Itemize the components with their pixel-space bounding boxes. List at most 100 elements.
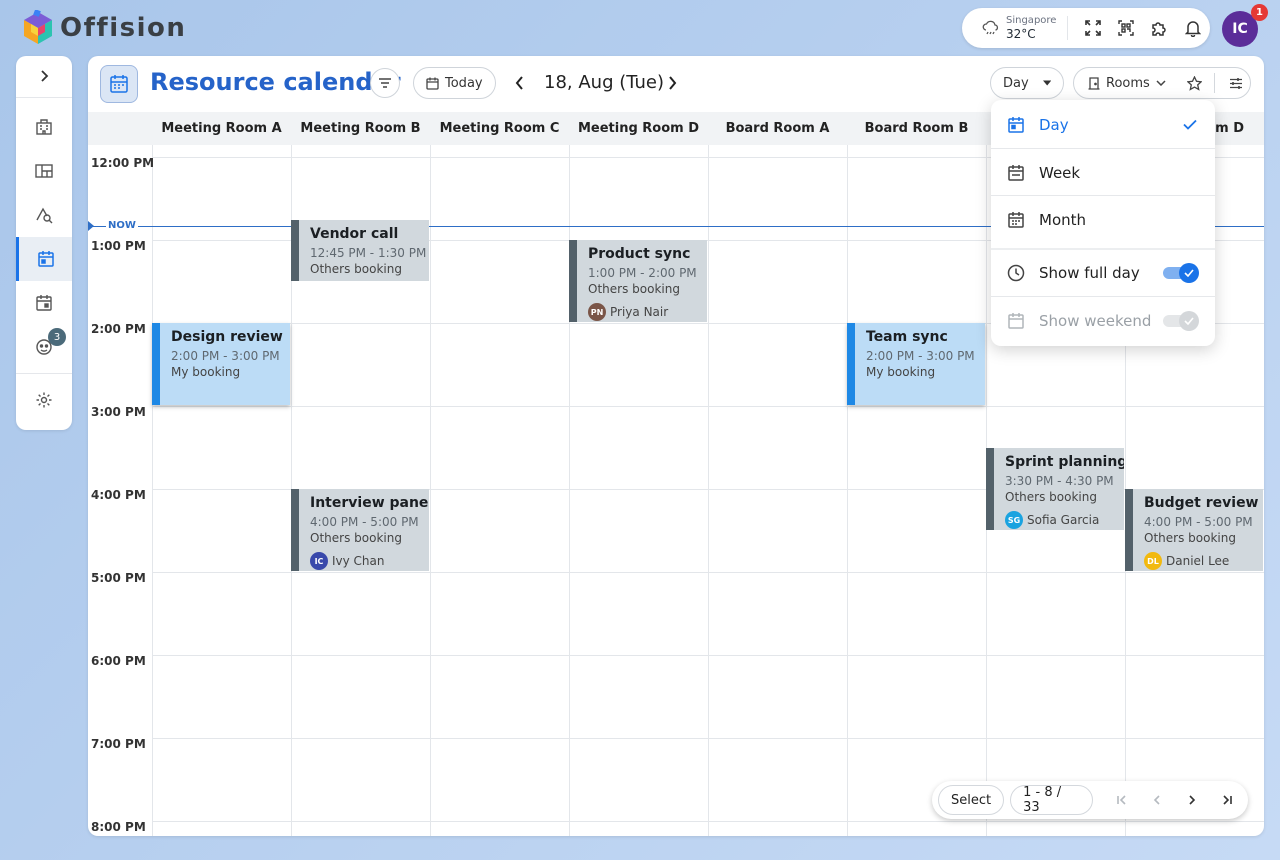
booking-event[interactable]: Sprint planning 3:30 PM - 4:30 PM Others b… (986, 448, 1124, 530)
page-range: 1 - 8 / 33 (1010, 785, 1094, 815)
show-full-day-label: Show full day (1039, 263, 1140, 282)
booking-event[interactable]: Interview panel 4:00 PM - 5:00 PM Others b… (291, 489, 429, 571)
resource-type-select[interactable]: Rooms (1088, 76, 1182, 91)
booking-event[interactable]: Product sync 1:00 PM - 2:00 PM Others book… (569, 240, 707, 322)
menu-item-month[interactable]: Month (991, 196, 1215, 243)
next-date-button[interactable] (660, 71, 684, 95)
next-page-button[interactable] (1178, 785, 1207, 815)
sidebar-item-settings[interactable] (16, 378, 72, 422)
show-full-day-toggle-row[interactable]: Show full day (991, 249, 1215, 296)
time-label: 6:00 PM (91, 654, 146, 668)
sidebar-divider (16, 373, 72, 374)
column-header: Board Room B (864, 121, 969, 136)
previous-date-button[interactable] (508, 71, 532, 95)
booking-event[interactable]: Vendor call 12:45 PM - 1:30 PM Others book… (291, 220, 429, 281)
now-indicator-marker (88, 221, 94, 231)
booking-owner: My booking (866, 365, 936, 379)
logo-cube-icon (24, 10, 52, 44)
sidebar-item-floorplan[interactable] (16, 149, 72, 193)
caret-down-icon (1042, 80, 1051, 86)
booking-owner: My booking (171, 365, 241, 379)
filter-button[interactable] (370, 68, 400, 98)
booking-time: 1:00 PM - 2:00 PM (588, 266, 697, 280)
filter-icon (379, 78, 391, 88)
column-header: Meeting Room C (439, 121, 560, 136)
qr-scan-button[interactable] (1109, 13, 1143, 43)
booking-owner: Others booking (1144, 531, 1236, 545)
sidebar-divider (16, 97, 72, 98)
booking-event[interactable]: Budget review 4:00 PM - 5:00 PM Others boo… (1125, 489, 1263, 571)
grid-column-line (847, 145, 848, 836)
page-title: Resource calendar (150, 68, 401, 96)
menu-item-week[interactable]: Week (991, 149, 1215, 196)
first-page-button[interactable] (1107, 785, 1136, 815)
clock-icon (1007, 264, 1025, 281)
person-name: Ivy Chan (332, 554, 385, 568)
visitors-count-badge: 3 (48, 328, 66, 346)
pagination-bar: Select 1 - 8 / 33 (932, 781, 1248, 819)
check-icon (1183, 119, 1197, 130)
favorite-button[interactable] (1182, 75, 1206, 91)
star-icon (1186, 75, 1202, 91)
app-logo[interactable]: Offision (22, 9, 186, 47)
booking-owner: Others booking (588, 282, 680, 296)
booking-person: DL Daniel Lee (1144, 552, 1255, 570)
first-page-icon (1117, 795, 1126, 805)
sidebar-item-search-resources[interactable] (16, 193, 72, 237)
time-label: 4:00 PM (91, 488, 146, 502)
notifications-button[interactable] (1176, 13, 1210, 43)
column-header: Meeting Room B (300, 121, 421, 136)
toolbar-divider (1214, 73, 1215, 93)
floorplan-icon (35, 164, 53, 178)
show-weekend-toggle-row: Show weekend (991, 297, 1215, 344)
settings-sliders-button[interactable] (1223, 77, 1249, 90)
fullscreen-button[interactable] (1076, 13, 1110, 43)
booking-person: PN Priya Nair (588, 303, 699, 321)
show-weekend-label: Show weekend (1039, 311, 1152, 330)
view-select[interactable]: Day (990, 67, 1064, 99)
booking-event[interactable]: Team sync 2:00 PM - 3:00 PM My booking (847, 323, 985, 405)
weather-city: Singapore (1006, 15, 1057, 26)
sidebar-item-my-bookings[interactable] (16, 281, 72, 325)
sidebar-expand-button[interactable] (16, 56, 72, 96)
current-date: 18, Aug (Tue) (544, 72, 665, 93)
select-button[interactable]: Select (938, 785, 1005, 815)
notification-badge: 1 (1251, 4, 1268, 21)
time-label: 1:00 PM (91, 239, 146, 253)
booking-title: Interview panel (310, 495, 429, 511)
calendar-event-icon (36, 295, 52, 311)
booking-owner: Others booking (310, 262, 402, 276)
today-button[interactable]: Today (413, 67, 496, 99)
time-label: 5:00 PM (91, 571, 146, 585)
booking-owner: Others booking (1005, 490, 1097, 504)
sidebar-item-buildings[interactable] (16, 105, 72, 149)
show-weekend-switch (1163, 310, 1199, 331)
top-toolbar: Singapore 32°C (962, 8, 1210, 48)
last-page-button[interactable] (1213, 785, 1242, 815)
chevron-left-icon (1153, 795, 1160, 805)
booking-title: Sprint planning (1005, 454, 1124, 470)
last-page-icon (1223, 795, 1233, 805)
grid-hour-line (152, 406, 1264, 407)
calendar-icon (110, 75, 128, 93)
booking-person: IC Ivy Chan (310, 552, 421, 570)
extensions-button[interactable] (1143, 13, 1177, 43)
booking-status-bar (291, 489, 299, 571)
booking-time: 3:30 PM - 4:30 PM (1005, 474, 1114, 488)
previous-page-button[interactable] (1142, 785, 1171, 815)
booking-event[interactable]: Design review 2:00 PM - 3:00 PM My booking (152, 323, 290, 405)
weather-temp: 32°C (1006, 27, 1036, 41)
booking-title: Team sync (866, 329, 948, 345)
column-header: Board Room A (725, 121, 830, 136)
column-header: Meeting Room D (577, 121, 700, 136)
sidebar-item-resource-calendar[interactable] (16, 237, 72, 281)
resource-toolbar: Rooms (1073, 67, 1251, 99)
sliders-icon (1230, 77, 1242, 89)
resource-type-value: Rooms (1106, 75, 1150, 91)
booking-status-bar (569, 240, 577, 322)
show-full-day-switch[interactable] (1163, 262, 1199, 283)
menu-item-day[interactable]: Day (991, 101, 1215, 148)
grid-hour-line (152, 821, 1264, 822)
time-label: 7:00 PM (91, 737, 146, 751)
time-label: 3:00 PM (91, 405, 146, 419)
